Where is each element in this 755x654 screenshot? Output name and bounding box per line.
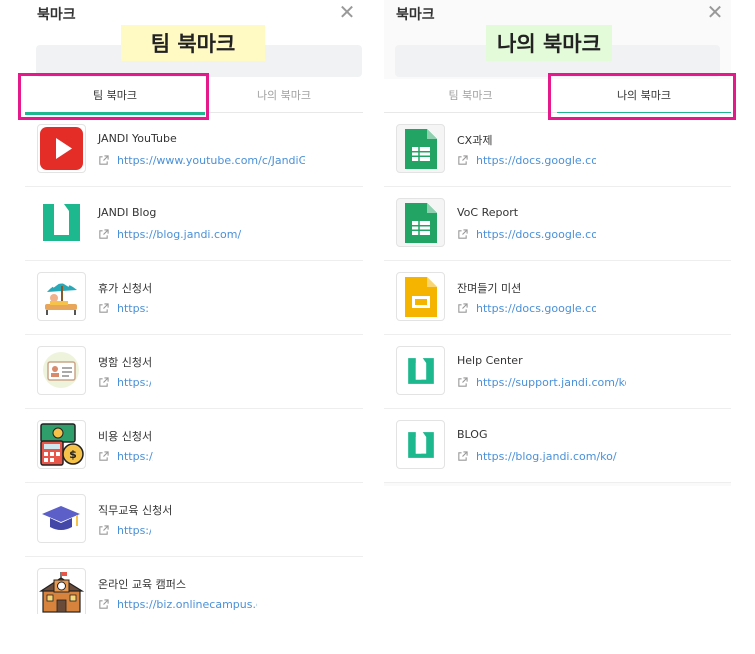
my-bookmark-callout: 나의 북마크 [486,25,612,61]
team-bookmark-panel: 북마크 ✕ 팀 북마크 나의 북마크 JANDI YouTube https:/… [25,0,363,614]
external-link-icon [458,376,468,387]
bookmark-url-text: https://docs.google.com/s [476,153,596,167]
jandi-logo-icon [37,198,86,247]
external-link-icon [99,376,109,387]
list-item[interactable]: 명함 신청서 https:// [25,335,363,409]
tab-my-bookmark[interactable]: 나의 북마크 [205,79,363,113]
bookmark-name: 잔며들기 미션 [457,282,522,295]
list-item[interactable]: JANDI YouTube https://www.youtube.com/c/… [25,113,363,187]
list-item[interactable]: 직무교육 신청서 https:// [25,483,363,557]
bookmark-name: Help Center [457,354,523,367]
business-card-icon [37,346,86,395]
graduation-cap-icon [37,494,86,543]
google-sheets-icon [396,198,445,247]
tab-my-bookmark[interactable]: 나의 북마크 [557,79,731,115]
money-calculator-icon: $ [37,420,86,469]
bookmark-list: JANDI YouTube https://www.youtube.com/c/… [25,113,363,614]
bookmark-url-text: https://blog.jandi.com/ko/ [476,449,617,463]
tab-team-bookmark[interactable]: 팀 북마크 [25,79,205,115]
external-link-icon [458,228,468,239]
bookmark-list: CX과제 https://docs.google.com/s VoC Repor… [384,113,731,483]
bookmark-name: JANDI YouTube [98,132,177,145]
list-item[interactable]: 잔며들기 미션 https://docs.google.com/ [384,261,731,335]
bookmark-url[interactable]: https://docs.google.com/ [457,227,596,241]
bookmark-url[interactable]: https://support.jandi.com/ko/ [457,375,626,389]
external-link-icon [458,154,468,165]
list-item[interactable]: BLOG https://blog.jandi.com/ko/ [384,409,731,483]
bookmark-name: 온라인 교육 캠퍼스 [98,578,186,591]
list-item[interactable]: JANDI Blog https://blog.jandi.com/ [25,187,363,261]
external-link-icon [99,450,109,461]
external-link-icon [99,154,109,165]
list-item[interactable]: Help Center https://support.jandi.com/ko… [384,335,731,409]
bookmark-url-text: https://support.jandi.com/ko/ [476,375,626,389]
jandi-logo-icon [396,420,445,469]
youtube-icon [37,124,86,173]
bookmark-url-text: https://docs.google.com/ [476,227,596,241]
panel-title: 북마크 [396,7,435,23]
list-item[interactable]: 온라인 교육 캠퍼스 https://biz.onlinecampus.co.k [25,557,363,614]
bookmark-name: 휴가 신청서 [98,282,153,295]
bookmark-url[interactable]: https://blog.jandi.com/ [98,227,241,241]
external-link-icon [99,524,109,535]
jandi-logo-icon [396,346,445,395]
external-link-icon [458,450,468,461]
bookmark-tabs: 팀 북마크 나의 북마크 [384,79,731,115]
bookmark-url[interactable]: https://biz.onlinecampus.co.k [98,597,257,611]
beach-vacation-icon [37,272,86,321]
bookmark-name: JANDI Blog [98,206,157,219]
bookmark-name: BLOG [457,428,488,441]
bookmark-url[interactable]: https://docs.google.com/ [457,301,596,315]
bookmark-url[interactable]: https://blog.jandi.com/ko/ [457,449,617,463]
bookmark-url[interactable]: https:// [98,301,148,315]
svg-text:$: $ [69,448,77,461]
bookmark-url[interactable]: https://docs.google.com/s [457,153,596,167]
bookmark-url-text: https:// [117,301,148,315]
external-link-icon [99,228,109,239]
bookmark-url[interactable]: https:// [98,523,151,537]
list-item[interactable]: $ 비용 신청서 https://( [25,409,363,483]
bookmark-name: 직무교육 신청서 [98,504,173,517]
list-item[interactable]: 휴가 신청서 https:// [25,261,363,335]
bookmark-name: 비용 신청서 [98,430,153,443]
my-bookmark-panel: 북마크 ✕ 팀 북마크 나의 북마크 CX과제 https://docs.goo… [384,0,731,486]
tab-team-bookmark[interactable]: 팀 북마크 [384,79,557,113]
bookmark-url-text: https:// [117,375,151,389]
bookmark-url-text: https://biz.onlinecampus.co.k [117,597,257,611]
bookmark-url[interactable]: https://www.youtube.com/c/JandiGlobal [98,153,305,167]
panel-title: 북마크 [37,7,76,23]
bookmark-name: VoC Report [457,206,519,219]
external-link-icon [99,598,109,609]
external-link-icon [99,302,109,313]
bookmark-url-text: https:// [117,523,151,537]
bookmark-url-text: https://www.youtube.com/c/JandiGlobal [117,153,305,167]
panel-header: 북마크 ✕ [25,0,363,26]
close-icon[interactable]: ✕ [705,1,725,23]
list-item[interactable]: VoC Report https://docs.google.com/ [384,187,731,261]
bookmark-name: 명함 신청서 [98,356,153,369]
bookmark-tabs: 팀 북마크 나의 북마크 [25,79,363,115]
bookmark-url[interactable]: https:// [98,375,151,389]
close-icon[interactable]: ✕ [337,1,357,23]
external-link-icon [458,302,468,313]
team-bookmark-callout: 팀 북마크 [121,25,265,61]
bookmark-url[interactable]: https://( [98,449,153,463]
bookmark-url-text: https://blog.jandi.com/ [117,227,242,241]
list-item[interactable]: CX과제 https://docs.google.com/s [384,113,731,187]
bookmark-name: CX과제 [457,134,493,147]
google-sheets-icon [396,124,445,173]
school-building-icon [37,568,86,614]
panel-header: 북마크 ✕ [384,0,731,26]
bookmark-url-text: https://( [117,449,153,463]
google-slides-icon [396,272,445,321]
bookmark-url-text: https://docs.google.com/ [476,301,596,315]
